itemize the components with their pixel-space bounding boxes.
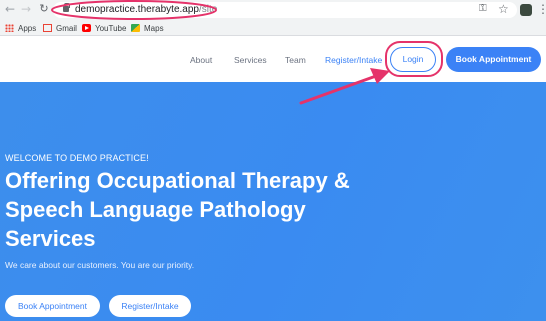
star-icon[interactable]: ☆ [498,2,509,16]
apps-grid-icon [5,24,14,32]
hero-book-appointment-button[interactable]: Book Appointment [5,295,100,317]
hero-title-line: Offering Occupational Therapy & [5,168,350,193]
maps-icon [131,24,140,32]
key-icon[interactable]: ⚿ [479,3,487,14]
hero-subtitle: We care about our customers. You are our… [5,260,195,270]
back-arrow-icon[interactable]: ← [3,2,17,16]
nav-register-link[interactable]: Register/Intake [325,55,382,65]
bookmark-apps[interactable]: Apps [5,22,36,34]
browser-toolbar: ← → ↻ demopractice.therabyte.app/site ⚿ … [0,0,546,20]
bookmark-maps[interactable]: Maps [131,22,164,34]
youtube-icon [82,24,91,32]
gmail-icon [43,24,52,32]
url-host: demopractice.therabyte.app [75,4,199,15]
kebab-menu-icon[interactable]: ⋮ [537,2,546,16]
hero-kicker: WELCOME TO DEMO PRACTICE! [5,153,149,163]
url-text[interactable]: demopractice.therabyte.app/site [75,4,217,16]
nav-services-link[interactable]: Services [234,55,267,65]
extension-icon[interactable] [520,4,532,16]
login-button[interactable]: Login [390,47,436,72]
bookmark-label: Gmail [56,23,77,33]
nav-team-link[interactable]: Team [285,55,306,65]
book-appointment-button[interactable]: Book Appointment [446,47,541,72]
hero-title-line: Services [5,226,96,251]
hero-title: Offering Occupational Therapy & Speech L… [5,166,365,253]
reload-icon[interactable]: ↻ [37,2,51,16]
hero-register-button[interactable]: Register/Intake [109,295,191,317]
url-path: /site [198,4,218,15]
lock-icon [63,3,70,12]
bookmark-youtube[interactable]: YouTube [82,22,126,34]
bookmark-label: Maps [144,23,164,33]
bookmark-label: Apps [18,23,37,33]
bookmarks-bar: Apps Gmail YouTube Maps [0,20,546,36]
address-bar[interactable]: demopractice.therabyte.app/site [53,2,517,18]
nav-about-link[interactable]: About [190,55,212,65]
bookmark-label: YouTube [95,23,127,33]
hero-title-line: Speech Language Pathology [5,197,306,222]
forward-arrow-icon[interactable]: → [19,2,33,16]
bookmark-gmail[interactable]: Gmail [43,22,77,34]
